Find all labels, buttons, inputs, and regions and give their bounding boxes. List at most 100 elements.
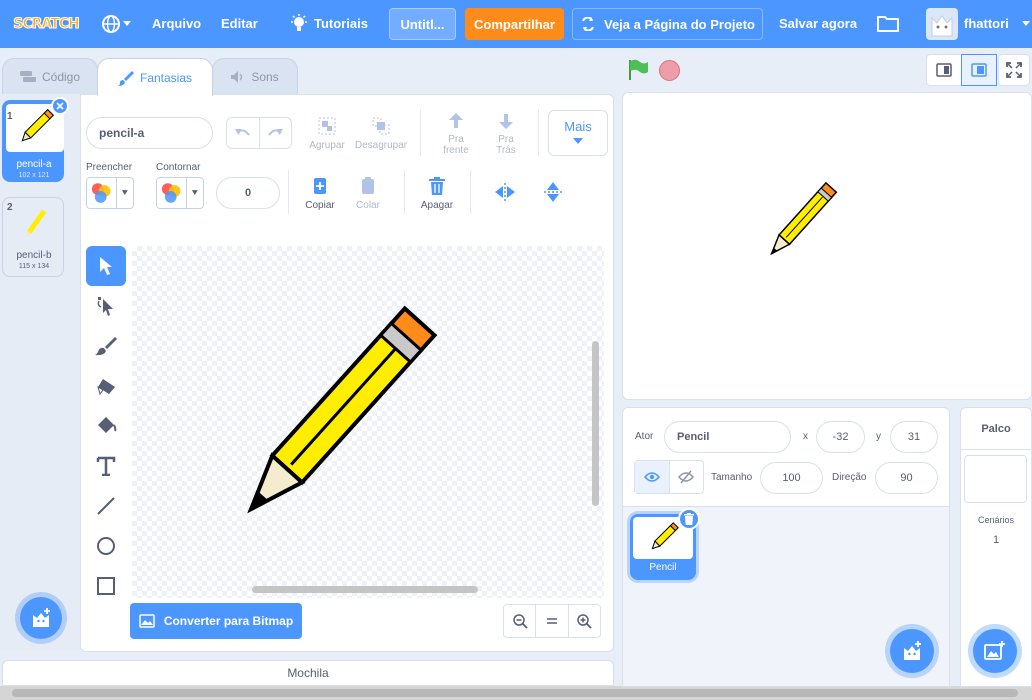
eraser-icon — [97, 379, 115, 395]
large-stage-icon[interactable] — [961, 54, 997, 86]
rectangle-tool[interactable] — [86, 566, 126, 606]
tab-costumes[interactable]: Fantasias — [97, 58, 213, 96]
circle-icon — [97, 537, 115, 555]
eraser-tool[interactable] — [86, 366, 126, 406]
chevron-down-icon — [122, 190, 129, 195]
vertical-scrollbar[interactable] — [592, 341, 599, 506]
backward-button[interactable]: Pra Trás — [486, 112, 526, 156]
see-project-page-button[interactable]: Veja a Página do Projeto — [572, 8, 763, 40]
small-stage-icon[interactable] — [926, 54, 962, 86]
account-chevron-down-icon[interactable] — [1022, 21, 1030, 27]
zoom-in-icon[interactable] — [569, 605, 600, 637]
show-eye-icon[interactable] — [635, 461, 670, 493]
forward-button[interactable]: Pra frente — [436, 112, 476, 156]
my-stuff-folder-icon[interactable] — [877, 14, 899, 32]
file-menu[interactable]: Arquivo — [152, 16, 201, 31]
delete-sprite-icon[interactable] — [678, 508, 700, 530]
tab-sounds[interactable]: Sons — [212, 58, 298, 94]
image-icon — [139, 614, 155, 628]
edit-menu[interactable]: Editar — [221, 16, 258, 31]
outline-label: Contornar — [156, 162, 201, 173]
fill-color-picker[interactable] — [86, 177, 134, 209]
backdrops-label: Cenários — [977, 515, 1015, 525]
more-button[interactable]: Mais — [548, 110, 608, 156]
language-globe-icon[interactable] — [101, 12, 131, 36]
cat-plus-icon — [904, 641, 921, 660]
line-icon — [97, 497, 115, 515]
visibility-toggle — [634, 460, 704, 494]
brush-tool[interactable] — [86, 326, 126, 366]
copy-button[interactable]: Copiar — [300, 176, 340, 211]
sprite-item-pencil[interactable]: Pencil — [630, 508, 700, 580]
costume-list: 1 1 pencil-a 102 x 121 2 pencil-b 115 x … — [0, 94, 80, 650]
choose-sprite-button[interactable] — [890, 629, 934, 673]
x-input[interactable]: -32 — [816, 421, 865, 453]
zoom-reset-icon[interactable] — [536, 605, 569, 637]
convert-to-bitmap-button[interactable]: Converter para Bitmap — [130, 603, 302, 639]
circle-tool[interactable] — [86, 526, 126, 566]
arrow-down-icon — [499, 114, 513, 129]
outline-color-picker[interactable] — [156, 177, 204, 209]
y-input[interactable]: 31 — [890, 421, 938, 453]
group-button[interactable]: Agrupar — [306, 116, 348, 151]
stop-icon[interactable] — [659, 60, 680, 81]
scratch-logo[interactable]: SCRATCH — [12, 10, 80, 38]
ungroup-button[interactable]: Desagrupar — [354, 116, 408, 151]
line-tool[interactable] — [86, 486, 126, 526]
fill-tool[interactable] — [86, 406, 126, 446]
tutorials-menu[interactable]: Tutoriais — [314, 16, 368, 31]
choose-costume-button[interactable] — [20, 597, 62, 639]
divider — [288, 170, 289, 214]
pencil-drawing — [247, 305, 438, 514]
reshape-tool[interactable] — [86, 286, 126, 326]
arrow-up-icon — [449, 113, 463, 128]
hide-eye-icon[interactable] — [670, 461, 704, 493]
costume-number: 1 — [7, 111, 13, 122]
group-icon — [318, 117, 336, 135]
select-tool[interactable] — [86, 246, 126, 286]
costume-number: 2 — [7, 202, 13, 213]
tab-code[interactable]: Código — [2, 58, 98, 94]
flip-horizontal-icon[interactable] — [494, 183, 516, 201]
outline-width-input[interactable]: 0 — [216, 177, 280, 209]
tutorials-lightbulb-icon — [290, 14, 308, 34]
delete-costume-icon[interactable] — [51, 97, 69, 115]
window-scrollbar[interactable] — [0, 686, 1032, 700]
project-title-input[interactable]: Untitl... — [389, 8, 456, 40]
costume-name-input[interactable]: pencil-a — [86, 117, 213, 149]
user-avatar[interactable] — [926, 8, 958, 40]
size-input[interactable]: 100 — [760, 462, 823, 494]
choose-backdrop-button[interactable] — [973, 629, 1017, 673]
undo-icon[interactable] — [227, 118, 260, 148]
fullscreen-icon[interactable] — [998, 54, 1030, 86]
redo-icon[interactable] — [260, 118, 292, 148]
direction-input[interactable]: 90 — [875, 462, 938, 494]
color-swatch-icon — [91, 183, 111, 203]
chevron-down-icon — [192, 190, 199, 195]
zoom-out-icon[interactable] — [504, 605, 537, 637]
divider — [404, 170, 405, 214]
horizontal-scrollbar[interactable] — [252, 586, 478, 593]
stage[interactable] — [622, 92, 1032, 400]
green-flag-icon[interactable] — [626, 58, 650, 82]
costume-item-1[interactable]: 1 1 pencil-a 102 x 121 — [2, 97, 69, 182]
paint-canvas[interactable] — [132, 246, 604, 598]
reshape-cursor-icon — [97, 297, 113, 316]
sprite-name-input[interactable]: Pencil — [664, 421, 791, 453]
share-button[interactable]: Compartilhar — [465, 8, 564, 40]
undo-redo-group — [226, 117, 292, 149]
flip-vertical-icon[interactable] — [544, 181, 562, 203]
costume-size: 102 x 121 — [18, 172, 50, 179]
backdrops-count: 1 — [992, 534, 1000, 546]
paste-button[interactable]: Colar — [350, 176, 386, 211]
costume-item-2[interactable]: 2 pencil-b 115 x 134 — [2, 197, 64, 277]
backpack-bar[interactable]: Mochila — [2, 660, 614, 686]
copy-icon — [314, 178, 326, 194]
delete-button[interactable]: Apagar — [416, 176, 458, 211]
username[interactable]: fhattori — [964, 16, 1009, 31]
save-now-button[interactable]: Salvar agora — [779, 16, 857, 31]
zoom-controls — [503, 604, 601, 638]
text-t-icon — [96, 456, 116, 476]
text-tool[interactable] — [86, 446, 126, 486]
ungroup-icon — [372, 117, 390, 135]
